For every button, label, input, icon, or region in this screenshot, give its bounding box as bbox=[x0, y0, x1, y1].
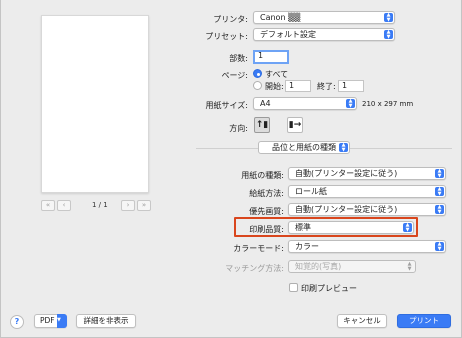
color-mode-popup[interactable]: カラー ▲ ▼ bbox=[288, 240, 446, 253]
paper-dimensions: 210 x 297 mm bbox=[362, 100, 414, 108]
pages-all-radio[interactable] bbox=[253, 69, 262, 78]
popup-arrows-icon: ▲ ▼ bbox=[435, 205, 444, 214]
preset-value: デフォルト設定 bbox=[260, 30, 316, 39]
copies-label: 部数: bbox=[229, 54, 248, 63]
paper-source-label: 給紙方法: bbox=[249, 189, 284, 198]
print-preview-label: 印刷プレビュー bbox=[301, 284, 357, 293]
pages-all-label: すべて bbox=[265, 70, 289, 79]
color-mode-value: カラー bbox=[295, 242, 319, 251]
help-button[interactable]: ? bbox=[10, 315, 24, 329]
pages-range-radio[interactable] bbox=[253, 81, 262, 90]
landscape-icon: ▮→ bbox=[288, 120, 302, 130]
pages-label: ページ: bbox=[221, 71, 248, 80]
pdf-menu-button[interactable]: PDF ▼ bbox=[34, 314, 67, 328]
popup-arrows-icon: ▲ ▼ bbox=[346, 99, 355, 108]
matching-label: マッチング方法: bbox=[225, 264, 284, 273]
popup-arrows-icon: ▲ ▼ bbox=[407, 261, 412, 272]
media-type-popup[interactable]: 自動(プリンター設定に従う) ▲ ▼ bbox=[288, 167, 446, 180]
section-selector-popup[interactable]: 品位と用紙の種類 ▲ ▼ bbox=[258, 141, 350, 154]
popup-arrows-icon: ▲ ▼ bbox=[384, 30, 393, 39]
paper-source-value: ロール紙 bbox=[295, 187, 327, 196]
cancel-button[interactable]: キャンセル bbox=[337, 314, 387, 328]
paper-size-label: 用紙サイズ: bbox=[205, 101, 248, 110]
chevron-down-icon: ▼ bbox=[57, 314, 67, 328]
portrait-icon: ↑▮ bbox=[255, 120, 269, 130]
printer-value: Canon ▒▒ bbox=[260, 13, 301, 22]
popup-arrows-icon: ▲ ▼ bbox=[435, 187, 444, 196]
portrait-orientation-button[interactable]: ↑▮ bbox=[254, 117, 270, 133]
hide-details-button[interactable]: 詳細を非表示 bbox=[76, 314, 136, 328]
pages-to-field[interactable]: 1 bbox=[338, 80, 364, 92]
page-indicator: 1 / 1 bbox=[92, 201, 108, 209]
first-page-button[interactable]: « bbox=[41, 200, 55, 211]
previous-page-button[interactable]: ‹ bbox=[57, 200, 71, 211]
print-quality-value: 標準 bbox=[295, 223, 311, 232]
next-page-button[interactable]: › bbox=[121, 200, 135, 211]
pdf-label: PDF bbox=[40, 316, 55, 325]
pages-from-label: 開始: bbox=[265, 82, 284, 91]
section-selector-value: 品位と用紙の種類 bbox=[272, 143, 336, 152]
matching-popup: 知覚的(写真) ▲ ▼ bbox=[288, 260, 416, 273]
copies-field[interactable]: 1 bbox=[253, 50, 289, 64]
paper-size-value: A4 bbox=[260, 99, 271, 108]
paper-size-popup[interactable]: A4 ▲ ▼ bbox=[253, 97, 357, 110]
popup-arrows-icon: ▲ ▼ bbox=[403, 223, 412, 232]
media-type-label: 用紙の種類: bbox=[241, 171, 284, 180]
popup-arrows-icon: ▲ ▼ bbox=[435, 242, 444, 251]
preset-label: プリセット: bbox=[205, 32, 248, 41]
priority-quality-popup[interactable]: 自動(プリンター設定に従う) ▲ ▼ bbox=[288, 203, 446, 216]
popup-arrows-icon: ▲ ▼ bbox=[384, 13, 393, 22]
popup-arrows-icon: ▲ ▼ bbox=[435, 169, 444, 178]
priority-quality-value: 自動(プリンター設定に従う) bbox=[295, 205, 398, 214]
preset-popup[interactable]: デフォルト設定 ▲ ▼ bbox=[253, 28, 395, 41]
printer-label: プリンタ: bbox=[213, 15, 248, 24]
landscape-orientation-button[interactable]: ▮→ bbox=[287, 117, 303, 133]
print-quality-popup[interactable]: 標準 ▲ ▼ bbox=[288, 221, 414, 234]
priority-quality-label: 優先画質: bbox=[249, 207, 284, 216]
last-page-button[interactable]: » bbox=[137, 200, 151, 211]
media-type-value: 自動(プリンター設定に従う) bbox=[295, 169, 398, 178]
print-preview-checkbox[interactable] bbox=[289, 283, 298, 292]
print-button[interactable]: プリント bbox=[397, 314, 451, 328]
popup-arrows-icon: ▲ ▼ bbox=[339, 143, 348, 152]
print-quality-label: 印刷品質: bbox=[249, 225, 284, 234]
color-mode-label: カラーモード: bbox=[233, 244, 284, 253]
print-preview-page bbox=[41, 15, 149, 193]
pages-from-field[interactable]: 1 bbox=[285, 80, 311, 92]
printer-popup[interactable]: Canon ▒▒ ▲ ▼ bbox=[253, 11, 395, 24]
orientation-label: 方向: bbox=[229, 124, 248, 133]
pages-to-label: 終了: bbox=[317, 82, 336, 91]
paper-source-popup[interactable]: ロール紙 ▲ ▼ bbox=[288, 185, 446, 198]
matching-value: 知覚的(写真) bbox=[295, 262, 342, 271]
